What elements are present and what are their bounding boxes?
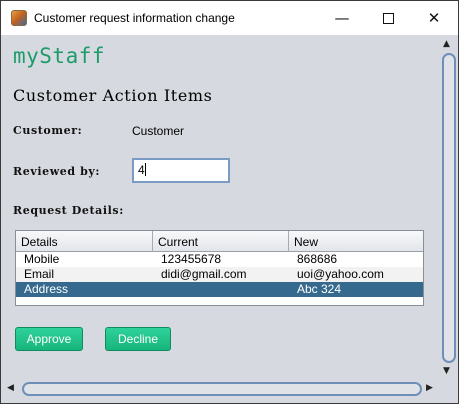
vertical-scrollbar[interactable]: ▲ ▼ xyxy=(440,35,458,380)
page-title: Customer Action Items xyxy=(13,86,213,105)
text-caret xyxy=(144,163,146,176)
scroll-corner xyxy=(440,380,458,398)
vertical-scroll-thumb[interactable] xyxy=(442,53,456,363)
horizontal-scroll-thumb[interactable] xyxy=(22,382,422,396)
table-cell: Abc 324 xyxy=(297,282,342,296)
scroll-up-icon[interactable]: ▲ xyxy=(443,39,450,49)
reviewed-by-input[interactable]: 4 xyxy=(132,158,230,183)
table-row[interactable]: Email didi@gmail.com uoi@yahoo.com xyxy=(16,267,423,282)
table-cell: Address xyxy=(24,282,69,296)
scroll-down-icon[interactable]: ▼ xyxy=(443,366,450,376)
horizontal-scrollbar[interactable]: ◀ ▶ xyxy=(1,380,440,398)
table-cell: Email xyxy=(24,267,55,281)
table-header: Details Current New xyxy=(16,231,423,252)
customer-label: Customer: xyxy=(13,124,83,137)
column-header-details[interactable]: Details xyxy=(16,231,153,252)
column-header-new[interactable]: New xyxy=(289,231,423,252)
main-panel: myStaff Customer Action Items Customer: … xyxy=(1,35,440,380)
table-row-selected[interactable]: Address Abc 324 xyxy=(16,282,423,297)
table-row[interactable]: Mobile 123455678 868686 xyxy=(16,252,423,267)
customer-value: Customer xyxy=(132,124,185,138)
app-window: Customer request information change — ✕ … xyxy=(0,0,459,404)
reviewed-by-value: 4 xyxy=(138,163,145,177)
close-button[interactable]: ✕ xyxy=(411,1,457,35)
close-icon: ✕ xyxy=(427,9,441,27)
table-cell: didi@gmail.com xyxy=(161,267,247,281)
java-app-icon xyxy=(11,10,27,26)
table-cell xyxy=(153,282,289,297)
request-details-table[interactable]: Details Current New Mobile 123455678 868… xyxy=(15,230,424,306)
request-details-label: Request Details: xyxy=(13,204,124,217)
reviewed-by-label: Reviewed by: xyxy=(13,165,101,178)
title-bar[interactable]: Customer request information change — ✕ xyxy=(1,1,458,35)
table-cell: Mobile xyxy=(24,252,60,266)
table-cell: 868686 xyxy=(297,252,338,266)
table-cell: uoi@yahoo.com xyxy=(297,267,384,281)
approve-button[interactable]: Approve xyxy=(15,327,83,351)
scroll-left-icon[interactable]: ◀ xyxy=(7,383,14,393)
brand-logo-text: myStaff xyxy=(13,44,106,68)
minimize-button[interactable]: — xyxy=(319,1,365,35)
maximize-icon xyxy=(382,12,394,24)
scroll-right-icon[interactable]: ▶ xyxy=(426,383,433,393)
decline-button[interactable]: Decline xyxy=(105,327,171,351)
table-cell: 123455678 xyxy=(161,252,222,266)
minimize-icon: — xyxy=(334,9,350,27)
maximize-button[interactable] xyxy=(365,1,411,35)
column-header-current[interactable]: Current xyxy=(153,231,289,252)
window-title: Customer request information change xyxy=(34,11,235,25)
